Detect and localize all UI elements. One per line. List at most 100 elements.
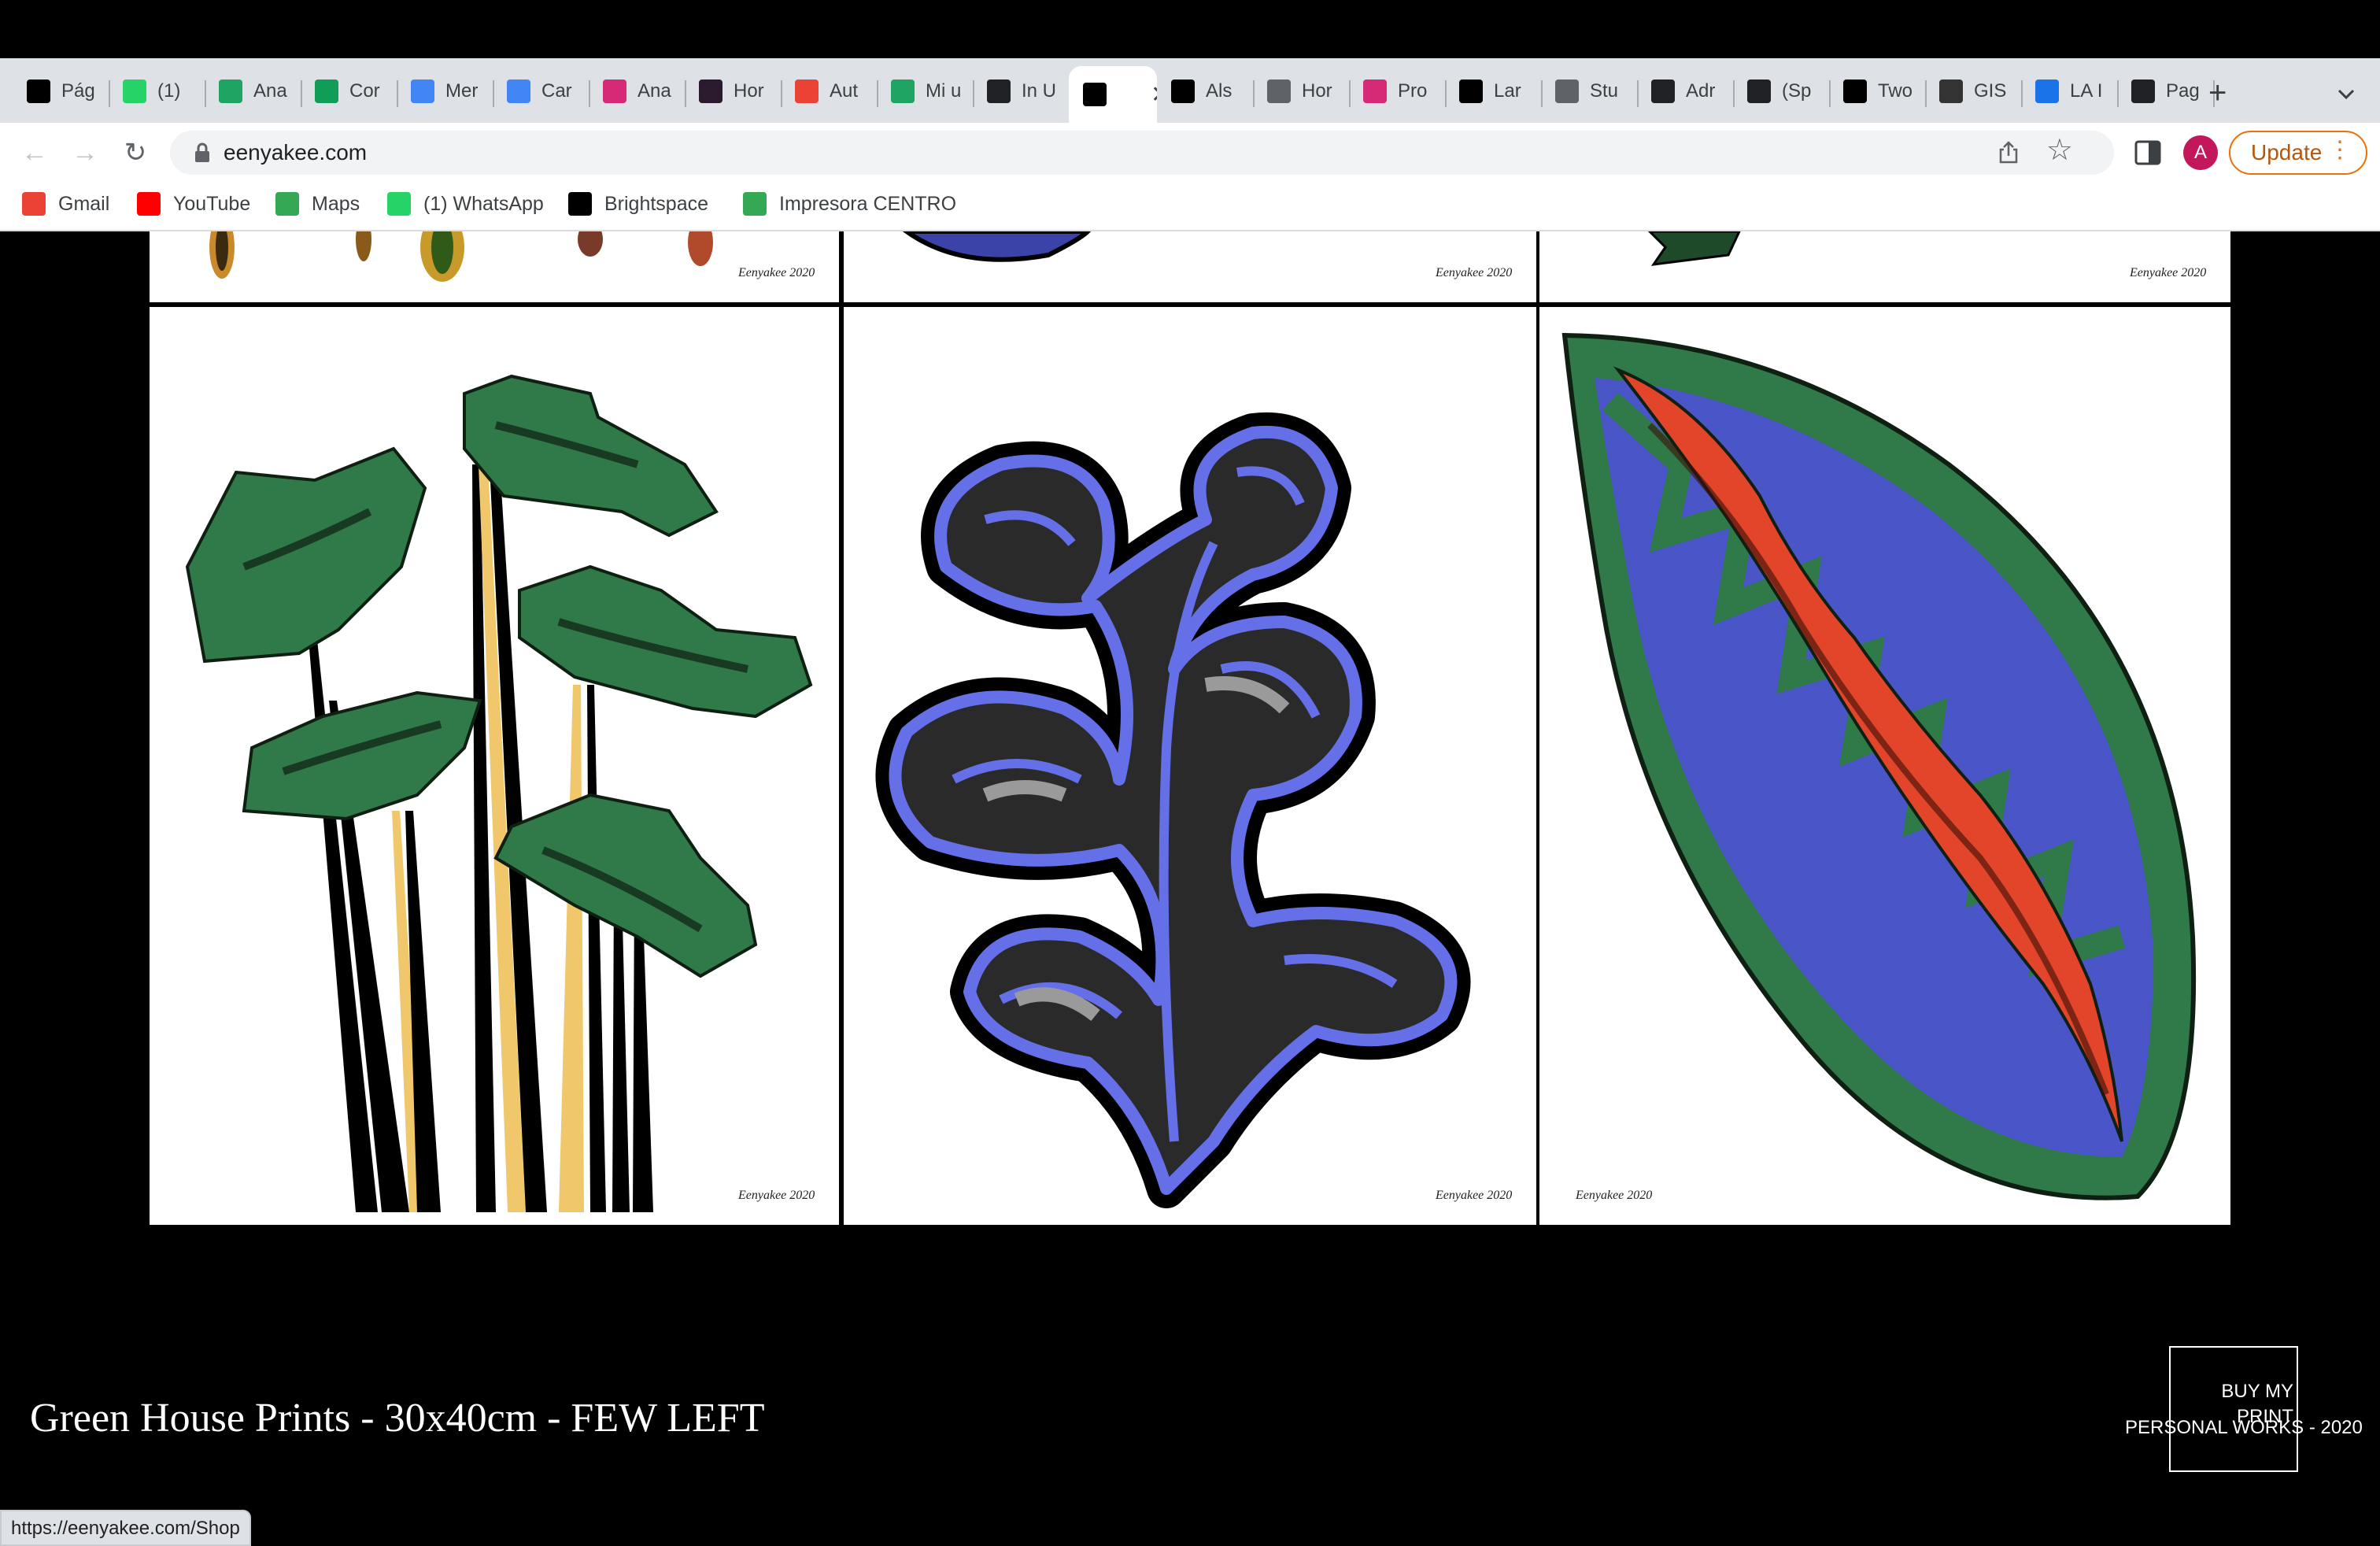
url-text: eenyakee.com <box>224 140 368 165</box>
gis-icon <box>1939 80 1963 103</box>
browser-tab[interactable]: Ana <box>589 69 685 113</box>
google-drive-icon <box>219 80 242 103</box>
maps-icon <box>275 192 299 216</box>
bookmark-maps[interactable]: Maps <box>275 192 360 216</box>
bookmark-youtube[interactable]: YouTube <box>137 192 250 216</box>
update-button[interactable]: Update ⋮ <box>2229 131 2367 175</box>
print-panel-top-2[interactable]: Eenyakee 2020 <box>844 231 1536 302</box>
bookmark-label: YouTube <box>173 192 251 215</box>
print-artwork-blue-swirl <box>875 412 1471 1208</box>
browser-tab[interactable]: GIS <box>1925 69 2021 113</box>
bookmark-label: Gmail <box>58 192 110 215</box>
tab-title: Two <box>1878 80 1913 102</box>
browser-tab[interactable]: In U <box>973 69 1069 113</box>
bookmark-label: Impresora CENTRO <box>779 192 957 215</box>
print-panel-leaf[interactable]: Eenyakee 2020 <box>1539 307 2230 1225</box>
bolt-icon <box>2131 80 2155 103</box>
more-menu-icon[interactable]: ⋮ <box>2328 139 2352 162</box>
whatsapp-icon <box>123 80 146 103</box>
close-tab-icon[interactable]: ✕ <box>1151 81 1157 109</box>
new-tab-button[interactable]: + <box>2208 77 2227 109</box>
tab-search-chevron-icon[interactable] <box>2334 82 2358 105</box>
reload-icon[interactable]: ↻ <box>116 134 154 172</box>
back-arrow-icon[interactable]: ← <box>16 134 54 172</box>
browser-tab[interactable]: (Sp <box>1733 69 1829 113</box>
profile-avatar[interactable]: A <box>2183 135 2218 170</box>
circle-icon <box>1459 80 1483 103</box>
tab-title: Pro <box>1398 80 1428 102</box>
print-panel-top-1[interactable]: Eenyakee 2020 <box>150 231 839 302</box>
browser-tab[interactable]: Lar <box>1445 69 1541 113</box>
tab-title: Ana <box>638 80 671 102</box>
tab-title: Hor <box>1302 80 1332 102</box>
bookmark-label: Brightspace <box>604 192 709 215</box>
circle-icon <box>1171 80 1195 103</box>
gmail-icon <box>22 192 46 216</box>
browser-tab[interactable]: Als <box>1157 69 1253 113</box>
browser-tab[interactable]: Mer <box>397 69 493 113</box>
bookmark-impresora-centro[interactable]: Impresora CENTRO <box>743 192 956 216</box>
bolt-icon <box>1651 80 1675 103</box>
lock-icon <box>195 142 209 162</box>
browser-tab[interactable]: Pág <box>13 69 109 113</box>
browser-tab[interactable]: Aut <box>781 69 877 113</box>
browser-tab[interactable]: Ana <box>205 69 301 113</box>
page-content: Eenyakee 2020 Eenyakee 2020 Eenyakee 202… <box>0 231 2380 1546</box>
bookmark-gmail[interactable]: Gmail <box>22 192 109 216</box>
update-label: Update <box>2251 140 2323 165</box>
bookmark-brightspace[interactable]: Brightspace <box>568 192 708 216</box>
signature: Eenyakee 2020 <box>738 266 815 279</box>
share-icon[interactable] <box>1996 140 2021 165</box>
print-artwork-top-1 <box>209 231 713 282</box>
google-docs-icon <box>411 80 434 103</box>
google-sheets-icon <box>315 80 338 103</box>
address-bar[interactable]: eenyakee.com ☆ <box>170 131 2114 175</box>
tab-title: Hor <box>734 80 764 102</box>
browser-tab[interactable]: Pag <box>2117 69 2213 113</box>
tab-title: Pág <box>61 80 95 102</box>
tab-title: (Sp <box>1782 80 1812 102</box>
browser-tab[interactable]: ✕ <box>1069 66 1157 123</box>
tab-title: Mi u <box>926 80 962 102</box>
tab-title: In U <box>1022 80 1057 102</box>
google-docs-icon <box>507 80 530 103</box>
browser-tab[interactable]: LA I <box>2021 69 2117 113</box>
browser-tab[interactable]: Pro <box>1349 69 1445 113</box>
print-panel-green-leaves[interactable]: Eenyakee 2020 <box>150 307 839 1225</box>
tab-title: Aut <box>830 80 859 102</box>
bookmark-label: (1) WhatsApp <box>423 192 544 215</box>
buy-my-print-button[interactable]: BUY MY PRINT <box>2169 1346 2298 1472</box>
tab-title: GIS <box>1974 80 2007 102</box>
signature: Eenyakee 2020 <box>1436 266 1513 279</box>
bookmark-label: Maps <box>312 192 360 215</box>
browser-tab[interactable]: Hor <box>1253 69 1349 113</box>
print-panel-top-3[interactable]: Eenyakee 2020 <box>1539 231 2230 302</box>
browser-tab[interactable]: Stu <box>1541 69 1637 113</box>
print-panel-blue-swirl[interactable]: Eenyakee 2020 <box>844 307 1536 1225</box>
browser-tab[interactable]: Hor <box>685 69 781 113</box>
signature: Eenyakee 2020 <box>2130 266 2207 279</box>
status-bar-url: https://eenyakee.com/Shop <box>0 1510 251 1546</box>
browser-tab[interactable]: (1) <box>109 69 205 113</box>
side-panel-icon[interactable] <box>2134 140 2161 165</box>
tab-title: Ana <box>253 80 287 102</box>
j-icon <box>1843 80 1867 103</box>
ee-logo-icon <box>1083 83 1107 106</box>
bolt-icon <box>987 80 1011 103</box>
instagram-icon <box>603 80 626 103</box>
browser-tab[interactable]: Mi u <box>877 69 973 113</box>
d2l-icon <box>568 192 592 216</box>
signature: Eenyakee 2020 <box>738 1189 815 1202</box>
tab-title: Lar <box>1494 80 1521 102</box>
browser-tab[interactable]: Adr <box>1637 69 1733 113</box>
browser-tab[interactable]: Car <box>493 69 589 113</box>
bookmark-1-whatsapp[interactable]: (1) WhatsApp <box>387 192 544 216</box>
tab-title: LA I <box>2070 80 2103 102</box>
forward-arrow-icon[interactable]: → <box>66 134 104 172</box>
smiley-icon <box>1267 80 1291 103</box>
print-artwork-top-2 <box>902 231 1092 262</box>
tab-title: Stu <box>1590 80 1619 102</box>
browser-tab[interactable]: Cor <box>301 69 397 113</box>
browser-tab[interactable]: Two <box>1829 69 1925 113</box>
bookmark-star-icon[interactable]: ☆ <box>2046 135 2073 165</box>
